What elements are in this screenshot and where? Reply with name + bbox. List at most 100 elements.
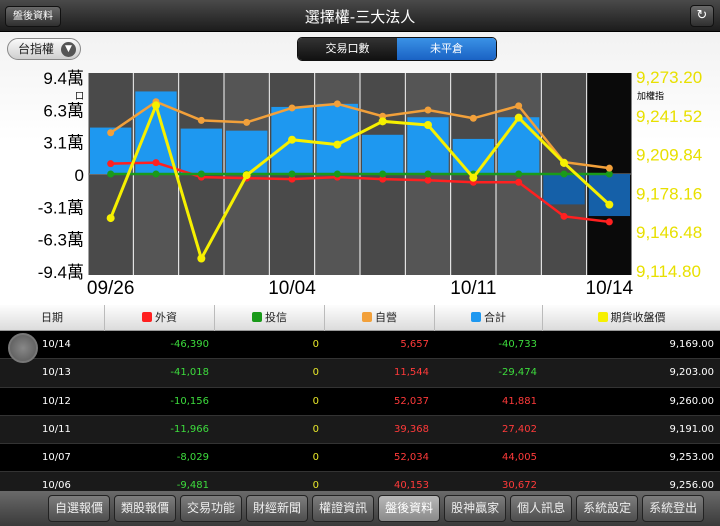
series-point: [197, 254, 206, 263]
series-point: [379, 170, 387, 178]
dropdown-value: 台指權: [18, 42, 55, 56]
table-header: 日期 外資 投信 自營 合計 期貨收盤價: [0, 305, 720, 331]
series-point: [243, 118, 251, 126]
tab-news[interactable]: 財經新聞: [246, 495, 309, 522]
col-date[interactable]: 日期: [0, 305, 105, 331]
segment-volume[interactable]: 交易口數: [298, 38, 397, 60]
col-foreign[interactable]: 外資: [105, 305, 215, 331]
col-dealer[interactable]: 自營: [325, 305, 435, 331]
tab-after-hours[interactable]: 盤後資料: [378, 495, 441, 522]
series-point: [424, 176, 432, 184]
left-tick-label: -6.3萬: [38, 231, 84, 250]
tab-stock-god[interactable]: 股神贏家: [444, 495, 507, 522]
page-title: 選擇權-三大法人: [304, 8, 416, 26]
series-point: [560, 212, 568, 220]
series-point: [288, 170, 296, 178]
series-point: [333, 170, 341, 178]
table-row[interactable]: 10/11 -11,966 0 39,368 27,402 9,191.00: [0, 415, 720, 445]
trust-swatch: [252, 312, 262, 322]
left-tick-label: 0: [75, 166, 84, 185]
institutional-chart: 9.4萬 6.3萬 3.1萬 0 -3.1萬 -6.3萬 -9.4萬 口 9,273.20 9,2…: [38, 68, 702, 299]
table-row[interactable]: 10/12 -10,156 0 52,037 41,881 9,260.00: [0, 387, 720, 416]
series-point: [515, 102, 523, 110]
series-point: [424, 121, 432, 130]
series-point: [605, 164, 613, 172]
series-point: [197, 116, 205, 124]
x-tick-label: 10/14: [586, 278, 634, 299]
table-row[interactable]: 10/06 -9,481 0 40,153 30,672 9,256.00: [0, 472, 720, 491]
total-swatch: [471, 312, 481, 322]
tab-logout[interactable]: 系統登出: [642, 495, 705, 522]
left-tick-label: 3.1萬: [43, 134, 84, 153]
col-futures[interactable]: 期貨收盤價: [543, 305, 720, 331]
bar-total: [316, 103, 358, 174]
left-tick-label: 9.4萬: [43, 69, 84, 88]
dealer-swatch: [362, 312, 372, 322]
series-point: [514, 113, 523, 122]
right-axis-label: 加權指: [637, 90, 664, 101]
right-tick-label: 9,241.52: [636, 107, 702, 126]
col-trust[interactable]: 投信: [215, 305, 325, 331]
segment-control: 交易口數 未平倉: [297, 37, 497, 61]
segment-open-interest[interactable]: 未平倉: [397, 38, 496, 60]
right-tick-label: 9,114.80: [636, 262, 701, 281]
bottom-tab-bar: 自選報價 類股報價 交易功能 財經新聞 權證資訊 盤後資料 股神贏家 個人訊息 …: [0, 491, 720, 526]
chevron-down-icon: ▼: [61, 42, 77, 57]
bar-total: [543, 174, 585, 205]
chart-area: 9.4萬 6.3萬 3.1萬 0 -3.1萬 -6.3萬 -9.4萬 口 9,273.20 9,2…: [0, 32, 720, 305]
foreign-swatch: [142, 312, 152, 322]
scroll-handle[interactable]: [8, 333, 38, 363]
series-point: [197, 170, 205, 178]
right-tick-label: 9,273.20: [636, 68, 702, 87]
series-point: [107, 170, 115, 178]
series-point: [515, 170, 523, 178]
series-point: [424, 170, 432, 178]
left-tick-label: -9.4萬: [38, 263, 84, 282]
futures-swatch: [597, 312, 608, 322]
tab-watchlist[interactable]: 自選報價: [48, 495, 111, 522]
tab-warrants[interactable]: 權證資訊: [312, 495, 375, 522]
series-point: [605, 218, 613, 226]
col-total[interactable]: 合計: [435, 305, 543, 331]
series-point: [378, 117, 387, 126]
table-row[interactable]: 10/14 -46,390 0 5,657 -40,733 9,169.00: [0, 331, 720, 360]
series-point: [469, 173, 478, 182]
refresh-icon[interactable]: ↻: [690, 5, 714, 27]
right-tick-label: 9,178.16: [636, 184, 702, 203]
x-tick-label: 10/11: [450, 278, 496, 299]
left-tick-label: -3.1萬: [38, 198, 84, 217]
series-point: [560, 170, 568, 178]
right-tick-label: 9,146.48: [636, 223, 702, 242]
series-point: [107, 160, 115, 168]
tab-sector-quotes[interactable]: 類股報價: [114, 495, 177, 522]
tab-settings[interactable]: 系統設定: [576, 495, 639, 522]
index-dropdown[interactable]: 台指權 ▼: [7, 38, 82, 60]
bar-total: [180, 128, 222, 174]
series-point: [424, 106, 432, 114]
x-tick-label: 09/26: [87, 278, 135, 299]
data-table: 10/14 -46,390 0 5,657 -40,733 9,169.00 1…: [0, 331, 720, 491]
table-row[interactable]: 10/13 -41,018 0 11,544 -29,474 9,203.00: [0, 359, 720, 388]
right-tick-label: 9,209.84: [636, 146, 702, 165]
left-tick-label: 6.3萬: [43, 101, 84, 120]
bar-total: [362, 134, 404, 174]
series-point: [333, 100, 341, 108]
series-point: [288, 135, 296, 144]
bar-total: [588, 174, 630, 217]
series-point: [242, 171, 251, 180]
bar-total: [226, 130, 268, 174]
series-point: [152, 159, 160, 167]
series-point: [288, 104, 296, 112]
left-axis-unit: 口: [75, 91, 84, 101]
table-row[interactable]: 10/07 -8,029 0 52,034 44,005 9,253.00: [0, 444, 720, 473]
x-tick-label: 10/04: [268, 278, 316, 299]
tab-trading[interactable]: 交易功能: [180, 495, 243, 522]
series-point: [152, 101, 160, 110]
series-point: [152, 170, 160, 178]
series-point: [107, 129, 115, 137]
series-point: [515, 178, 523, 186]
tab-messages[interactable]: 個人訊息: [510, 495, 573, 522]
series-point: [605, 200, 614, 209]
series-point: [560, 158, 568, 167]
series-point: [333, 140, 342, 149]
